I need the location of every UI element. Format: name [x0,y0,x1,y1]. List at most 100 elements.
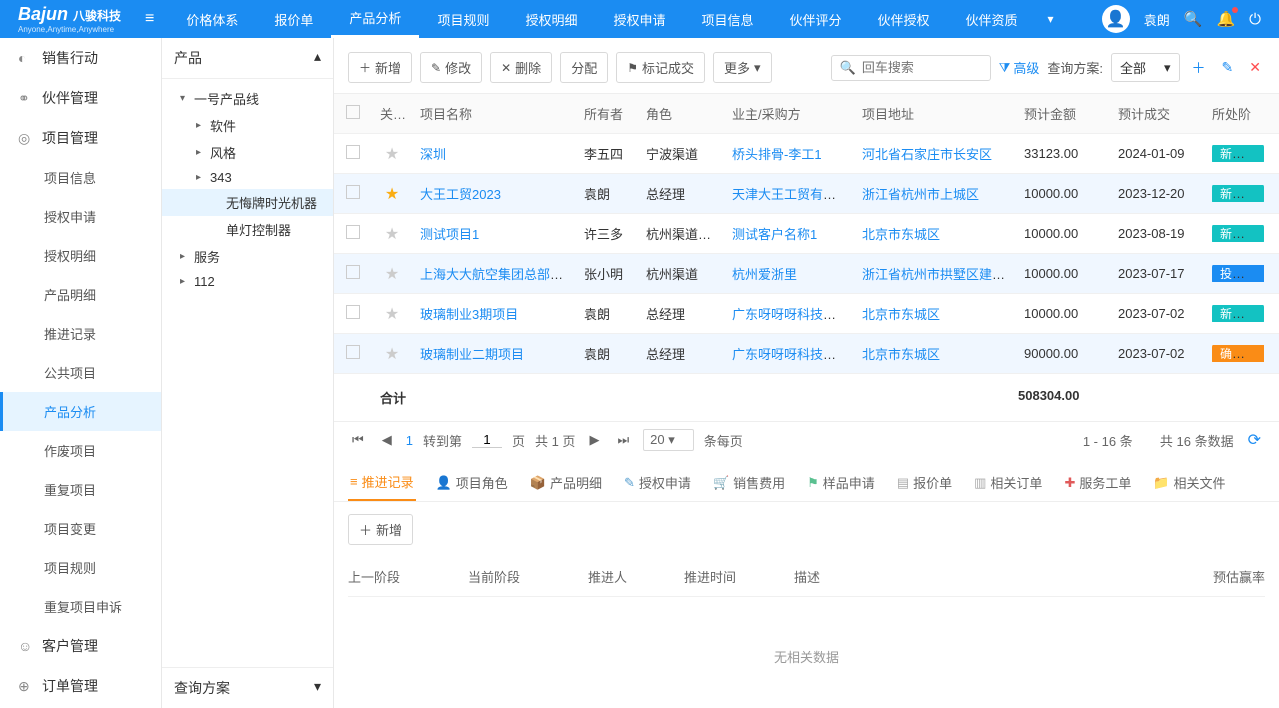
sidebar-group[interactable]: ◎项目管理 [0,118,161,158]
nav-item[interactable]: 项目规则 [419,0,507,38]
buyer-link[interactable]: 天津大王工贸有限公司 [732,187,854,202]
scheme-add-icon[interactable]: ＋ [1188,58,1210,78]
add-button[interactable]: ＋新增 [348,52,412,83]
page-input[interactable] [472,432,502,448]
tree-header[interactable]: 产品▴ [162,38,333,79]
sub-tab[interactable]: ✚服务工单 [1062,466,1133,501]
page-first-icon[interactable]: ⏮ [348,430,368,450]
star-icon[interactable]: ★ [385,146,399,163]
table-row[interactable]: ★上海大大航空集团总部大楼...张小明杭州渠道杭州爱浙里浙江省杭州市拱墅区建国北… [334,254,1279,294]
project-name-link[interactable]: 上海大大航空集团总部大楼... [420,267,576,282]
project-name-link[interactable]: 玻璃制业二期项目 [420,347,524,362]
sidebar-item[interactable]: 产品分析 [0,392,161,431]
nav-item[interactable]: 价格体系 [168,0,256,38]
nav-item[interactable]: 伙伴授权 [860,0,948,38]
sub-tab[interactable]: 📦产品明细 [528,466,604,501]
buyer-link[interactable]: 广东呀呀呀科技有限... [732,347,854,362]
scheme-edit-icon[interactable]: ✎ [1218,59,1238,76]
user-name[interactable]: 袁朗 [1144,10,1170,29]
refresh-icon[interactable]: ⟳ [1244,428,1265,452]
table-row[interactable]: ★玻璃制业二期项目袁朗总经理广东呀呀呀科技有限...北京市东城区90000.00… [334,334,1279,374]
logo[interactable]: Bajun 八骏科技 Anyone,Anytime,Anywhere [8,4,131,34]
sub-tab[interactable]: ▥相关订单 [972,466,1044,501]
sub-tab[interactable]: 📁相关文件 [1151,466,1227,501]
project-name-link[interactable]: 大王工贸2023 [420,187,501,202]
tree-node[interactable]: ▸风格 [162,139,333,166]
nav-item[interactable]: 授权申请 [595,0,683,38]
star-icon[interactable]: ★ [385,346,399,363]
sidebar-item[interactable]: 项目变更 [0,509,161,548]
sidebar-item[interactable]: 授权明细 [0,236,161,275]
tree-node[interactable]: ▸软件 [162,112,333,139]
sidebar-group[interactable]: ☺客户管理 [0,626,161,666]
addr-link[interactable]: 河北省石家庄市长安区 [862,147,992,162]
sidebar-group[interactable]: ⚭伙伴管理 [0,78,161,118]
star-icon[interactable]: ★ [385,226,399,243]
sidebar-group[interactable]: ◐销售行动 [0,38,161,78]
star-icon[interactable]: ★ [385,306,399,323]
sidebar-item[interactable]: 推进记录 [0,314,161,353]
nav-item[interactable]: 伙伴评分 [772,0,860,38]
sidebar-item[interactable]: 项目信息 [0,158,161,197]
select-all-checkbox[interactable] [346,105,360,119]
menu-toggle-icon[interactable]: ≡ [131,10,168,28]
tree-node[interactable]: ▸112 [162,270,333,293]
nav-item[interactable]: 项目信息 [683,0,771,38]
row-checkbox[interactable] [346,145,360,159]
addr-link[interactable]: 北京市东城区 [862,347,940,362]
addr-link[interactable]: 北京市东城区 [862,307,940,322]
nav-item[interactable]: 授权明细 [507,0,595,38]
sidebar-item[interactable]: 重复项目 [0,470,161,509]
delete-button[interactable]: ✕删除 [490,52,552,83]
sub-tab[interactable]: ✎授权申请 [622,466,693,501]
sub-tab[interactable]: ⚑样品申请 [805,466,877,501]
sub-tab[interactable]: ≡推进记录 [348,466,416,501]
row-checkbox[interactable] [346,185,360,199]
sidebar-item[interactable]: 重复项目申诉 [0,587,161,626]
addr-link[interactable]: 浙江省杭州市上城区 [862,187,979,202]
page-last-icon[interactable]: ⏭ [613,430,633,450]
buyer-link[interactable]: 广东呀呀呀科技有限... [732,307,854,322]
scheme-select[interactable]: 全部▾ [1111,53,1180,82]
table-row[interactable]: ★玻璃制业3期项目袁朗总经理广东呀呀呀科技有限...北京市东城区10000.00… [334,294,1279,334]
tree-node[interactable]: 无悔牌时光机器 [162,189,333,216]
sidebar-item[interactable]: 公共项目 [0,353,161,392]
nav-item[interactable]: 报价单 [256,0,331,38]
power-icon[interactable]: ⏻ [1249,11,1261,28]
more-button[interactable]: 更多 ▾ [713,52,772,83]
avatar[interactable]: 👤 [1102,5,1130,33]
search-input[interactable] [862,60,982,75]
sidebar-item[interactable]: 项目规则 [0,548,161,587]
row-checkbox[interactable] [346,265,360,279]
project-name-link[interactable]: 测试项目1 [420,227,479,242]
table-row[interactable]: ★测试项目1许三多杭州渠道经理测试客户名称1北京市东城区10000.002023… [334,214,1279,254]
star-icon[interactable]: ★ [385,266,399,283]
nav-item[interactable]: 产品分析 [331,0,419,38]
tree-node[interactable]: ▾一号产品线 [162,85,333,112]
nav-more[interactable]: ▾ [1036,12,1066,26]
tree-node[interactable]: 单灯控制器 [162,216,333,243]
assign-button[interactable]: 分配 [560,52,608,83]
nav-item[interactable]: 伙伴资质 [948,0,1036,38]
sub-add-button[interactable]: ＋新增 [348,514,413,545]
page-prev-icon[interactable]: ◀ [378,430,396,450]
project-name-link[interactable]: 深圳 [420,147,446,162]
addr-link[interactable]: 北京市东城区 [862,227,940,242]
tree-node[interactable]: ▸服务 [162,243,333,270]
mark-deal-button[interactable]: ⚑标记成交 [616,52,705,83]
row-checkbox[interactable] [346,345,360,359]
sidebar-item[interactable]: 产品明细 [0,275,161,314]
row-checkbox[interactable] [346,305,360,319]
bell-icon[interactable]: 🔔 [1216,10,1235,28]
buyer-link[interactable]: 测试客户名称1 [732,227,817,242]
project-name-link[interactable]: 玻璃制业3期项目 [420,307,518,322]
sidebar-item[interactable]: 授权申请 [0,197,161,236]
table-row[interactable]: ★大王工贸2023袁朗总经理天津大王工贸有限公司浙江省杭州市上城区10000.0… [334,174,1279,214]
sub-tab[interactable]: 👤项目角色 [434,466,510,501]
buyer-link[interactable]: 桥头排骨-李工1 [732,147,822,162]
buyer-link[interactable]: 杭州爱浙里 [732,267,797,282]
scheme-delete-icon[interactable]: ✕ [1245,59,1265,76]
edit-button[interactable]: ✎修改 [420,52,482,83]
sidebar-group[interactable]: ⊕订单管理 [0,666,161,706]
table-row[interactable]: ★深圳李五四宁波渠道桥头排骨-李工1河北省石家庄市长安区33123.002024… [334,134,1279,174]
